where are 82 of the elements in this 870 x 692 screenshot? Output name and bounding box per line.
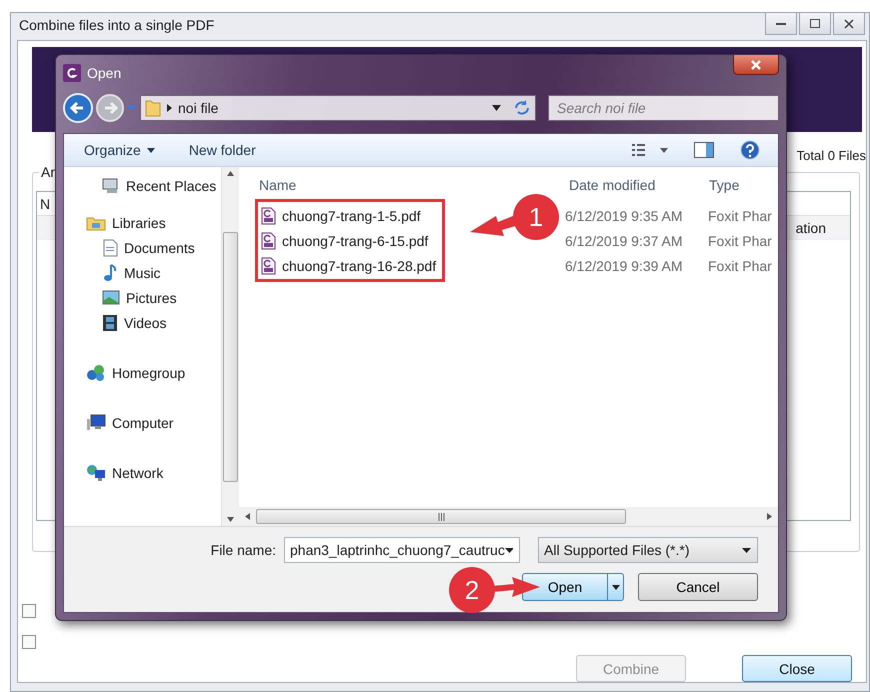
preview-pane-icon[interactable]	[694, 142, 714, 158]
file-name-label: File name:	[210, 542, 276, 558]
pdf-file-icon	[261, 256, 276, 274]
maximize-icon	[810, 19, 820, 28]
maximize-button[interactable]	[799, 13, 831, 35]
network-icon	[86, 464, 106, 482]
column-header[interactable]: Name	[259, 177, 569, 193]
view-options-icon[interactable]	[632, 143, 668, 157]
nav-item[interactable]: Network	[64, 460, 221, 485]
nav-item[interactable]: Videos	[64, 310, 221, 335]
step-callout: 1	[466, 192, 562, 244]
caret-icon	[146, 148, 155, 152]
scroll-down-icon[interactable]	[227, 517, 234, 522]
file-type-dropdown[interactable]: All Supported Files (*.*)	[538, 537, 758, 563]
close-icon	[751, 60, 761, 70]
recent-places-icon	[102, 178, 120, 194]
type-cell-text: Foxit Phar	[708, 256, 773, 276]
film-icon	[102, 314, 118, 332]
type-cell-text: Foxit Phar	[708, 206, 773, 226]
total-files-label: Total 0 Files	[796, 148, 866, 165]
help-icon[interactable]	[740, 140, 760, 160]
nav-item[interactable]: Documents	[64, 235, 221, 260]
date-cell-text: 6/12/2019 9:35 AM	[565, 206, 684, 226]
back-button[interactable]	[63, 93, 93, 123]
nav-item[interactable]: Music	[64, 260, 221, 285]
refresh-icon[interactable]	[513, 100, 531, 116]
forward-button[interactable]	[95, 93, 125, 123]
folder-icon	[145, 99, 161, 117]
grip-icon	[438, 512, 444, 520]
column-header: N	[40, 196, 50, 212]
open-button[interactable]: Open	[522, 573, 624, 601]
checkbox[interactable]	[22, 635, 36, 649]
close-icon	[844, 18, 854, 28]
address-bar[interactable]: noi file	[140, 95, 536, 121]
homegroup-icon	[86, 364, 106, 382]
table-cell: ation	[796, 220, 826, 236]
computer-icon	[86, 414, 106, 432]
column-header[interactable]: Type	[709, 177, 778, 193]
vertical-scrollbar[interactable]	[221, 167, 239, 526]
column-header[interactable]: Date modified	[569, 177, 709, 193]
horizontal-scrollbar[interactable]	[239, 507, 778, 526]
date-cell-text: 6/12/2019 9:39 AM	[565, 256, 684, 276]
minimize-button[interactable]	[765, 13, 797, 35]
scroll-left-icon[interactable]	[245, 513, 250, 520]
minimize-icon	[776, 22, 786, 26]
folder-icon	[86, 214, 106, 230]
search-field[interactable]: Search noi file	[548, 95, 779, 121]
dialog-title: Open	[87, 65, 122, 81]
new-folder-button[interactable]: New folder	[188, 142, 256, 158]
picture-icon	[102, 290, 120, 305]
pdf-file-icon	[261, 206, 276, 224]
music-note-icon	[102, 264, 118, 282]
window-title: Combine files into a single PDF	[19, 16, 214, 32]
nav-item[interactable]: Libraries	[64, 210, 221, 235]
nav-item[interactable]: Pictures	[64, 285, 221, 310]
step-callout: 2	[448, 566, 542, 614]
pdf-file-icon	[261, 232, 276, 250]
caret-icon	[612, 584, 620, 590]
caret-icon	[504, 548, 513, 552]
app-icon	[63, 64, 81, 82]
cancel-button[interactable]: Cancel	[638, 573, 758, 601]
nav-item[interactable]: Computer	[64, 410, 221, 435]
document-icon	[102, 238, 118, 256]
caret-icon	[742, 548, 751, 552]
nav-item[interactable]: Homegroup	[64, 360, 221, 385]
close-button[interactable]: Close	[742, 655, 852, 682]
organize-menu[interactable]: Organize	[84, 142, 155, 158]
file-name-field[interactable]: phan3_laptrinhc_chuong7_cautruc	[284, 537, 520, 563]
close-button[interactable]	[733, 55, 779, 75]
file-item[interactable]: chuong7-trang-1-5.pdf	[261, 203, 436, 228]
date-cell-text: 6/12/2019 9:37 AM	[565, 232, 684, 250]
dropdown-arrow-icon	[492, 105, 501, 111]
scroll-right-icon[interactable]	[767, 513, 772, 520]
scroll-thumb[interactable]	[256, 509, 626, 524]
checkbox[interactable]	[22, 604, 36, 618]
type-cell-text: Foxit Phar	[708, 232, 773, 250]
nav-item[interactable]: Recent Places	[64, 173, 221, 198]
file-item[interactable]: chuong7-trang-16-28.pdf	[261, 253, 436, 278]
close-button[interactable]	[833, 13, 865, 35]
file-item[interactable]: chuong7-trang-6-15.pdf	[261, 228, 436, 253]
chevron-icon	[167, 104, 172, 112]
scroll-up-icon[interactable]	[227, 171, 234, 176]
